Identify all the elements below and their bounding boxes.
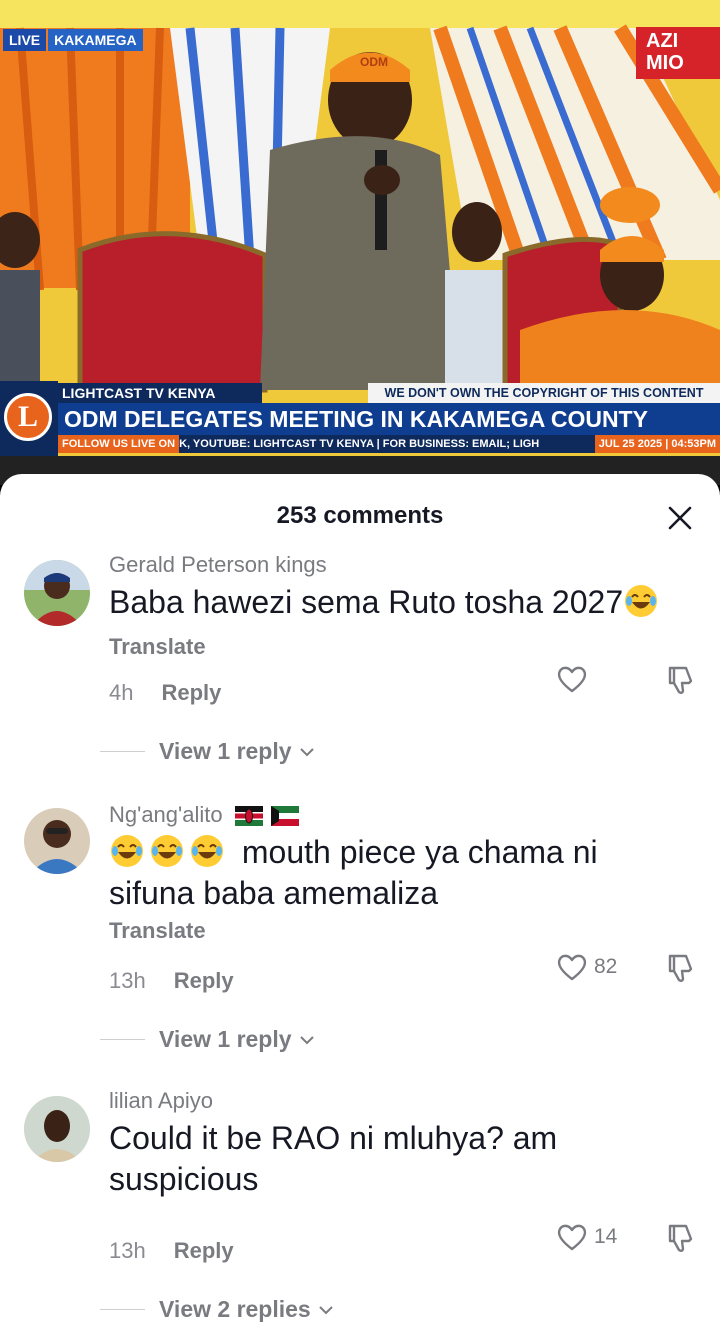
news-ticker: FOLLOW US LIVE ON K, YOUTUBE: LIGHTCAST T… bbox=[58, 435, 720, 453]
comment-time: 13h bbox=[109, 968, 146, 993]
like-button[interactable]: 14 bbox=[556, 1222, 617, 1252]
view-replies-label: View 2 replies bbox=[159, 1296, 311, 1322]
translate-link[interactable]: Translate bbox=[109, 634, 206, 659]
svg-text:ODM: ODM bbox=[360, 55, 388, 69]
avatar[interactable] bbox=[24, 1096, 90, 1162]
divider-line bbox=[100, 751, 145, 752]
chevron-down-icon bbox=[319, 1305, 333, 1314]
comment-text: Could it be RAO ni mluhya? am suspicious bbox=[109, 1120, 558, 1197]
heart-icon bbox=[557, 954, 587, 981]
reply-button[interactable]: Reply bbox=[174, 1238, 234, 1263]
comment-item: Ng'ang'alito mouth piece ya chama ni sif… bbox=[0, 798, 720, 1058]
ticker-date: JUL 25 2025 | 04:53PM bbox=[594, 435, 720, 453]
comment-username-text: Ng'ang'alito bbox=[109, 802, 223, 827]
live-label: LIVE bbox=[3, 29, 47, 51]
laughing-emoji-icon bbox=[151, 835, 183, 867]
comment-text: Baba hawezi sema Ruto tosha 2027 Transla… bbox=[109, 582, 669, 667]
comment-item: lilian Apiyo Could it be RAO ni mluhya? … bbox=[0, 1088, 720, 1337]
comment-meta: 4h Reply bbox=[109, 680, 221, 706]
like-count: 14 bbox=[594, 1225, 618, 1248]
comment-text: mouth piece ya chama ni sifuna baba amem… bbox=[109, 832, 669, 914]
comment-username[interactable]: Ng'ang'alito bbox=[109, 802, 299, 828]
reply-button[interactable]: Reply bbox=[161, 680, 221, 705]
view-replies-label: View 1 reply bbox=[159, 1026, 292, 1052]
comment-time: 13h bbox=[109, 1238, 146, 1263]
laughing-emoji-icon bbox=[111, 835, 143, 867]
headline: ODM DELEGATES MEETING IN KAKAMEGA COUNTY bbox=[58, 403, 720, 435]
comment-meta: 13h Reply bbox=[109, 1238, 234, 1264]
dislike-icon[interactable] bbox=[664, 664, 696, 696]
heart-icon bbox=[557, 1224, 587, 1251]
comment-body: Baba hawezi sema Ruto tosha 2027 bbox=[109, 584, 624, 620]
divider-line bbox=[100, 1039, 145, 1040]
kenya-flag-icon bbox=[234, 806, 263, 827]
ticker-text: K, YOUTUBE: LIGHTCAST TV KENYA | FOR BUS… bbox=[179, 438, 540, 450]
comment-meta: 13h Reply bbox=[109, 968, 234, 994]
comments-count-title: 253 comments bbox=[276, 502, 444, 529]
avatar[interactable] bbox=[24, 560, 90, 626]
avatar[interactable] bbox=[24, 808, 90, 874]
view-replies-button[interactable]: View 2 replies bbox=[100, 1296, 335, 1323]
live-badge: LIVE KAKAMEGA bbox=[3, 29, 143, 51]
channel-name: LIGHTCAST TV KENYA bbox=[58, 383, 262, 403]
video-player[interactable]: ODM LIVE KAKAMEGA AZI MIO L LIGHTCAST TV… bbox=[0, 0, 720, 485]
chevron-down-icon bbox=[299, 747, 314, 756]
like-button[interactable] bbox=[556, 664, 594, 694]
like-count: 82 bbox=[594, 955, 618, 978]
reply-button[interactable]: Reply bbox=[174, 968, 234, 993]
comment-time: 4h bbox=[109, 680, 134, 705]
divider-line bbox=[100, 1309, 145, 1310]
view-replies-button[interactable]: View 1 reply bbox=[100, 1026, 316, 1053]
translate-link[interactable]: Translate bbox=[109, 918, 206, 944]
dislike-icon[interactable] bbox=[664, 1222, 696, 1254]
comment-item: Gerald Peterson kings Baba hawezi sema R… bbox=[0, 550, 720, 770]
dislike-icon[interactable] bbox=[664, 952, 696, 984]
kuwait-flag-icon bbox=[270, 806, 299, 827]
view-replies-label: View 1 reply bbox=[159, 738, 292, 764]
close-icon[interactable] bbox=[666, 504, 694, 532]
comments-sheet: 253 comments Gerald Peterson kings Baba … bbox=[0, 474, 720, 1337]
ticker-follow: FOLLOW US LIVE ON bbox=[58, 435, 180, 453]
heart-icon bbox=[557, 666, 587, 693]
comment-username[interactable]: Gerald Peterson kings bbox=[109, 552, 327, 578]
azimio-badge: AZI MIO bbox=[636, 27, 720, 79]
laughing-emoji-icon bbox=[191, 835, 223, 867]
channel-logo: L bbox=[0, 381, 58, 456]
channel-logo-letter: L bbox=[4, 393, 52, 441]
lower-third: L LIGHTCAST TV KENYA WE DON'T OWN THE CO… bbox=[0, 381, 720, 456]
copyright-notice: WE DON'T OWN THE COPYRIGHT OF THIS CONTE… bbox=[368, 383, 720, 403]
chevron-down-icon bbox=[299, 1035, 314, 1044]
like-button[interactable]: 82 bbox=[556, 952, 617, 982]
laughing-emoji-icon bbox=[625, 585, 658, 617]
comment-username[interactable]: lilian Apiyo bbox=[109, 1088, 213, 1114]
location-label: KAKAMEGA bbox=[48, 29, 143, 51]
view-replies-button[interactable]: View 1 reply bbox=[100, 738, 316, 765]
